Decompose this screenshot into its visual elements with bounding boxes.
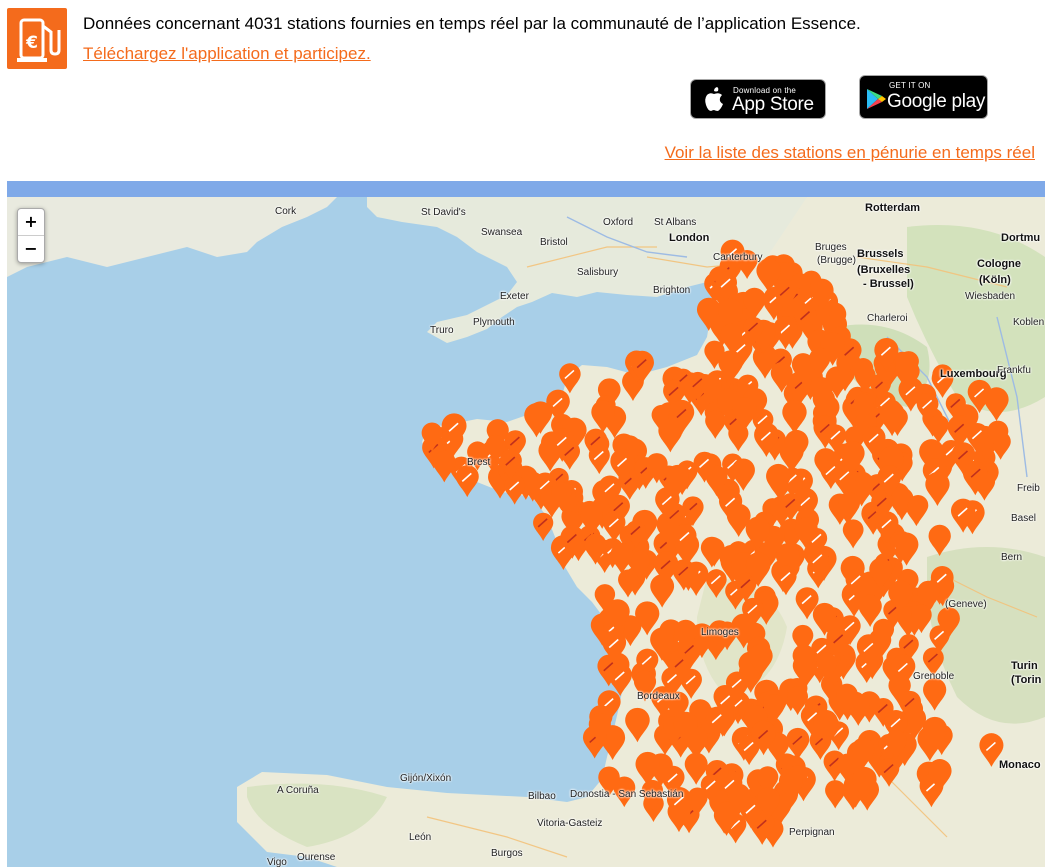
place-label: Ourense — [297, 852, 336, 863]
zoom-out-button[interactable]: − — [18, 235, 44, 262]
fuel-station-marker-icon[interactable] — [455, 465, 479, 498]
place-label: Brest — [467, 457, 491, 468]
place-label: (Torin — [1011, 674, 1042, 686]
place-label: A Coruña — [277, 785, 319, 796]
place-label: Exeter — [500, 291, 529, 302]
download-app-link[interactable]: Téléchargez l'application et participez. — [83, 44, 371, 64]
place-label: Salisbury — [577, 267, 619, 278]
fuel-pump-euro-icon: € — [17, 18, 61, 62]
place-label: Swansea — [481, 227, 523, 238]
place-label: (Geneve) — [945, 599, 987, 610]
place-label: Bruges — [815, 242, 847, 253]
place-label: Truro — [430, 325, 454, 336]
app-logo: € — [7, 8, 67, 69]
zoom-control: + − — [17, 208, 45, 263]
place-label: Monaco — [999, 759, 1041, 771]
fuel-station-marker-icon[interactable] — [504, 475, 526, 505]
place-label: Dortmu — [1001, 232, 1041, 244]
google-play-icon — [867, 89, 886, 109]
place-label: (Köln) — [979, 274, 1011, 286]
apple-icon — [705, 87, 723, 111]
place-label: Turin — [1011, 660, 1038, 672]
place-label: Grenoble — [913, 671, 955, 682]
place-label: - Brussel) — [863, 278, 914, 290]
place-label: Canterbury — [713, 252, 763, 263]
place-label: Bristol — [540, 237, 568, 248]
place-label: Wiesbaden — [965, 291, 1016, 302]
place-label: Frankfu — [997, 365, 1031, 376]
place-label: St David's — [421, 207, 466, 218]
place-label: (Brugge) — [817, 255, 856, 266]
place-label: Perpignan — [789, 827, 835, 838]
stations-description: Données concernant 4031 stations fournie… — [83, 14, 861, 33]
place-label: Plymouth — [473, 317, 515, 328]
zoom-in-button[interactable]: + — [18, 209, 44, 235]
map-top-bar — [7, 181, 1045, 197]
place-label: Cork — [275, 206, 297, 217]
place-label: Bordeaux — [637, 691, 680, 702]
shortage-list-link[interactable]: Voir la liste des stations en pénurie en… — [665, 143, 1035, 163]
place-label: Basel — [1011, 513, 1037, 524]
place-label: Rotterdam — [865, 202, 921, 214]
place-label: Bern — [1001, 552, 1023, 563]
place-label: Freib — [1017, 483, 1040, 494]
place-label: Oxford — [603, 217, 634, 228]
google-small-label: GET IT ON — [889, 81, 931, 90]
stations-map[interactable]: + − Cork St David's Swansea Bristol Oxford St… — [7, 197, 1045, 867]
place-label: Charleroi — [867, 313, 908, 324]
place-label: Burgos — [491, 848, 523, 859]
place-label: St Albans — [654, 217, 697, 228]
place-label: London — [669, 232, 710, 244]
place-label: Bilbao — [528, 791, 556, 802]
place-label: Donostia - San Sebastián — [570, 789, 684, 800]
place-label: Gijón/Xixón — [400, 773, 452, 784]
place-label: Brussels — [857, 248, 904, 260]
place-label: León — [409, 832, 432, 843]
google-big-label: Google play — [887, 91, 986, 112]
fuel-station-marker-icon[interactable] — [533, 512, 554, 541]
place-label: Vitoria-Gasteiz — [537, 818, 603, 829]
place-label: (Bruxelles — [857, 264, 911, 276]
app-store-badge[interactable]: Download on the App Store — [690, 79, 826, 119]
svg-text:€: € — [25, 33, 38, 53]
appstore-big-label: App Store — [732, 94, 814, 115]
place-label: Cologne — [977, 258, 1021, 270]
place-label: Brighton — [653, 285, 691, 296]
place-label: Vigo — [267, 857, 287, 867]
place-label: Koblen — [1013, 317, 1045, 328]
place-label: Limoges — [701, 627, 739, 638]
google-play-badge[interactable]: GET IT ON Google play — [859, 75, 988, 119]
